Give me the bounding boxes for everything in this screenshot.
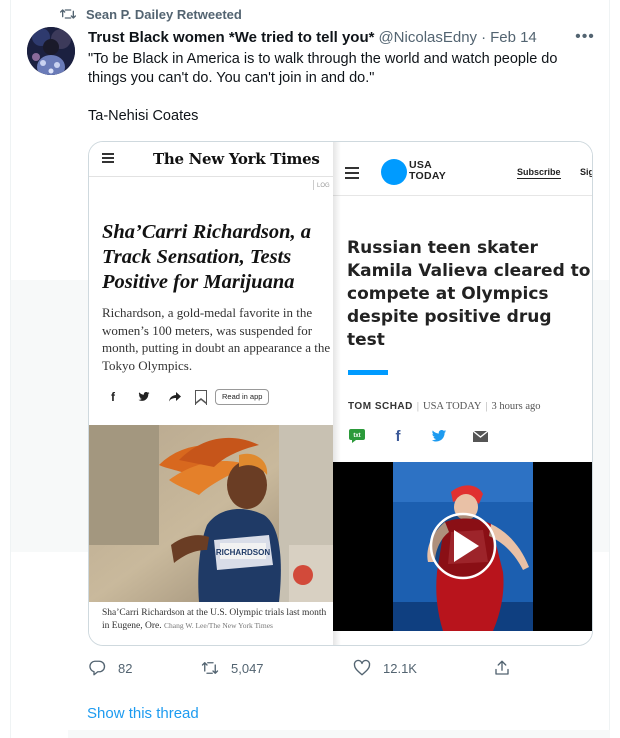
twitter-bird-icon	[133, 387, 155, 407]
bookmark-icon	[194, 389, 207, 405]
timeline-left-border	[10, 0, 11, 738]
author-name[interactable]: Trust Black women *We tried to tell you*	[88, 29, 374, 46]
nyt-share-bar: f Read in app	[102, 387, 270, 407]
share-button[interactable]	[493, 657, 523, 679]
nyt-screenshot: The New York Times LOG Sha’Carri Richard…	[89, 142, 333, 645]
nyt-header-bar: The New York Times	[89, 142, 333, 177]
avatar[interactable]	[27, 27, 75, 75]
like-count: 12.1K	[383, 660, 417, 676]
tweet-media[interactable]: The New York Times LOG Sha’Carri Richard…	[88, 141, 593, 646]
tweet-text: "To be Black in America is to walk throu…	[88, 50, 593, 126]
show-thread-link[interactable]: Show this thread	[87, 705, 199, 722]
background-band-bottom	[68, 730, 610, 738]
byline-author: TOM SCHAD	[348, 401, 413, 412]
usatoday-screenshot: USA TODAY Subscribe Sig Russian teen ska…	[333, 142, 592, 645]
avatar-image	[27, 27, 75, 75]
sign-in-link: Sig	[580, 167, 593, 177]
ellipsis-icon[interactable]: •••	[575, 27, 595, 47]
author-handle[interactable]: @NicolasEdny	[378, 29, 477, 46]
reply-button[interactable]: 82	[88, 657, 132, 679]
nyt-logo: The New York Times	[153, 150, 320, 168]
retweet-context[interactable]: Sean P. Dailey Retweeted	[60, 6, 242, 22]
byline-time: 3 hours ago	[491, 401, 541, 412]
reply-icon	[89, 660, 106, 676]
text-message-icon: txt	[349, 429, 365, 443]
usatoday-logo: USA TODAY	[409, 159, 447, 182]
nyt-photo-credit: Chang W. Lee/The New York Times	[164, 620, 273, 630]
timeline-right-border	[609, 0, 610, 738]
svg-text:txt: txt	[353, 433, 360, 439]
heart-icon	[353, 659, 371, 676]
menu-icon	[345, 167, 359, 179]
usatoday-logo-dot	[381, 159, 407, 185]
nyt-photo: RICHARDSON	[89, 425, 333, 602]
nyt-summary: Richardson, a gold-medal favorite in the…	[102, 305, 331, 373]
subscribe-link: Subscribe	[517, 167, 561, 179]
byline-outlet: USA TODAY	[422, 401, 482, 412]
usatoday-byline: TOM SCHAD | USA TODAY | 3 hours ago	[348, 401, 541, 412]
usatoday-header-bar: USA TODAY Subscribe Sig	[333, 152, 592, 196]
sprinter-photo: RICHARDSON	[89, 425, 333, 602]
facebook-icon: f	[395, 427, 401, 445]
retweet-icon	[201, 662, 219, 674]
twitter-bird-icon	[431, 429, 447, 443]
screenshot-seam	[333, 142, 341, 645]
retweet-button[interactable]: 5,047	[201, 657, 264, 679]
nyt-caption: Sha’Carri Richardson at the U.S. Olympic…	[102, 607, 334, 632]
nyt-headline: Sha’Carri Richardson, a Track Sensation,…	[102, 221, 312, 293]
reply-count: 82	[118, 660, 133, 676]
nyt-divider	[313, 180, 314, 190]
retweet-count: 5,047	[231, 660, 264, 676]
share-arrow-icon	[164, 387, 186, 407]
bib-text: RICHARDSON	[216, 548, 270, 557]
usatoday-accent-rule	[348, 370, 388, 375]
usatoday-share-bar: txt f	[349, 427, 513, 445]
usatoday-video	[333, 462, 592, 631]
menu-icon	[102, 153, 114, 163]
read-in-app-button: Read in app	[215, 389, 270, 405]
usatoday-headline: Russian teen skater Kamila Valieva clear…	[347, 238, 591, 350]
tweet-date[interactable]: Feb 14	[490, 29, 537, 46]
share-icon	[495, 660, 509, 675]
facebook-icon: f	[111, 390, 115, 404]
header-separator: ·	[481, 28, 487, 46]
skater-video-frame	[333, 462, 592, 631]
tweet-header: Trust Black women *We tried to tell you*…	[88, 27, 594, 47]
nyt-login-label: LOG	[317, 183, 330, 189]
email-icon	[472, 429, 488, 443]
retweeted-by-label: Sean P. Dailey Retweeted	[86, 6, 242, 22]
tweet-actions: 82 5,047 12.1K	[88, 657, 528, 679]
tweet-attribution: Ta-Nehisi Coates	[88, 108, 199, 124]
tweet-quote: "To be Black in America is to walk throu…	[88, 51, 558, 86]
like-button[interactable]: 12.1K	[353, 657, 417, 679]
retweet-icon	[60, 9, 76, 19]
